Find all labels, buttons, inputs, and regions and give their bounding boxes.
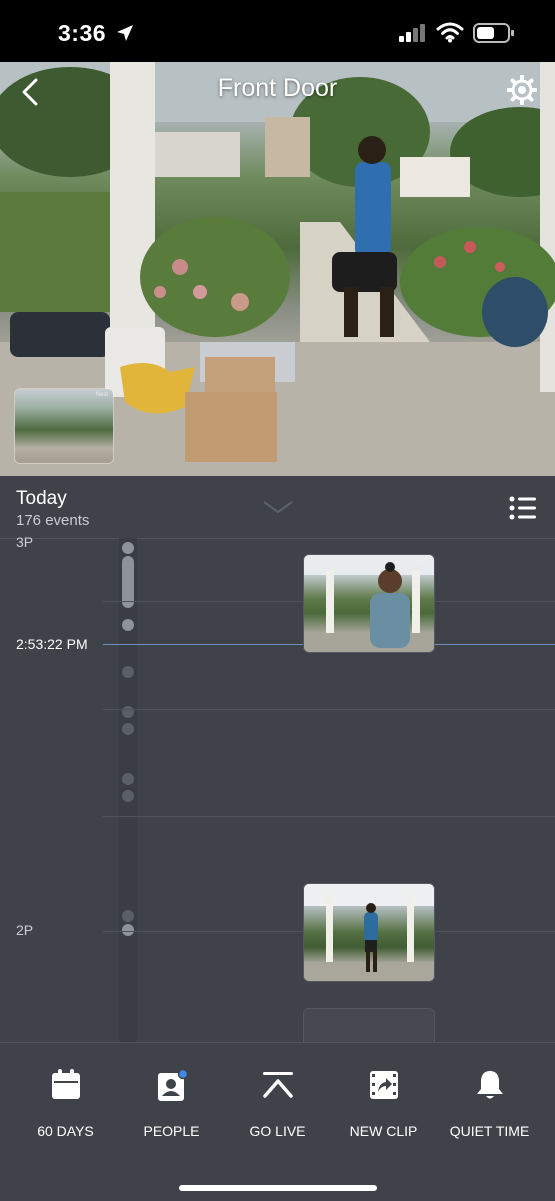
hour-gridline [103,816,555,817]
timeline-panel[interactable]: Today 176 events 3P 2:53:22 PM 2P Nest [0,476,555,1042]
pip-badge: Nest [95,392,108,398]
clip-badge: Nest [416,558,429,564]
bell-icon [434,1069,545,1106]
camera-title: Front Door [217,74,338,102]
nav-label: QUIET TIME [449,1123,530,1139]
calendar-icon [10,1069,121,1106]
nav-new-clip[interactable]: NEW CLIP [328,1043,439,1163]
bottom-navigation: 60 DAYS PEOPLE GO LIVE NEW CLIP QUIET TI… [0,1042,555,1201]
event-dot[interactable] [122,619,134,631]
event-dot[interactable] [122,723,134,735]
people-icon [116,1068,227,1108]
event-dot[interactable] [122,910,134,922]
nav-label: 60 DAYS [37,1123,94,1139]
chevron-down-icon[interactable] [262,500,294,519]
cellular-signal-icon [399,24,427,47]
event-dot[interactable] [122,706,134,718]
battery-icon [473,22,515,49]
current-time-label: 2:53:22 PM [16,636,88,652]
event-clip-thumbnail[interactable] [303,883,435,982]
hour-label-2p: 2P [16,922,34,938]
timeline-header: Today 176 events [0,476,555,539]
location-arrow-icon [116,24,134,47]
event-count: 176 events [16,512,90,529]
event-dot[interactable] [122,790,134,802]
status-time: 3:36 [58,20,107,46]
event-list-icon[interactable] [509,494,537,527]
home-indicator[interactable] [179,1185,377,1191]
pip-preview-thumbnail[interactable]: Nest [14,388,114,464]
go-live-icon [222,1069,333,1104]
wifi-icon [436,21,464,48]
nav-label: NEW CLIP [349,1123,418,1139]
event-dot[interactable] [122,773,134,785]
day-label: Today [16,488,67,509]
camera-feed[interactable]: Front Door Nest [0,62,555,476]
event-clip-thumbnail[interactable]: Nest [303,554,435,653]
status-bar: 3:36 [0,0,555,62]
event-dot[interactable] [122,924,134,936]
event-dot[interactable] [122,666,134,678]
hour-label-3p: 3P [16,534,34,550]
nav-people[interactable]: PEOPLE [116,1043,227,1163]
nav-go-live[interactable]: GO LIVE [222,1043,333,1163]
hour-gridline [103,709,555,710]
nav-label: GO LIVE [249,1123,306,1139]
nav-label: PEOPLE [143,1123,200,1139]
nav-60-days[interactable]: 60 DAYS [10,1043,121,1163]
event-dot[interactable] [122,542,134,554]
event-clip-thumbnail[interactable] [303,1008,435,1042]
new-clip-icon [328,1069,439,1106]
gear-icon[interactable] [506,74,538,110]
nav-quiet-time[interactable]: QUIET TIME [434,1043,545,1163]
